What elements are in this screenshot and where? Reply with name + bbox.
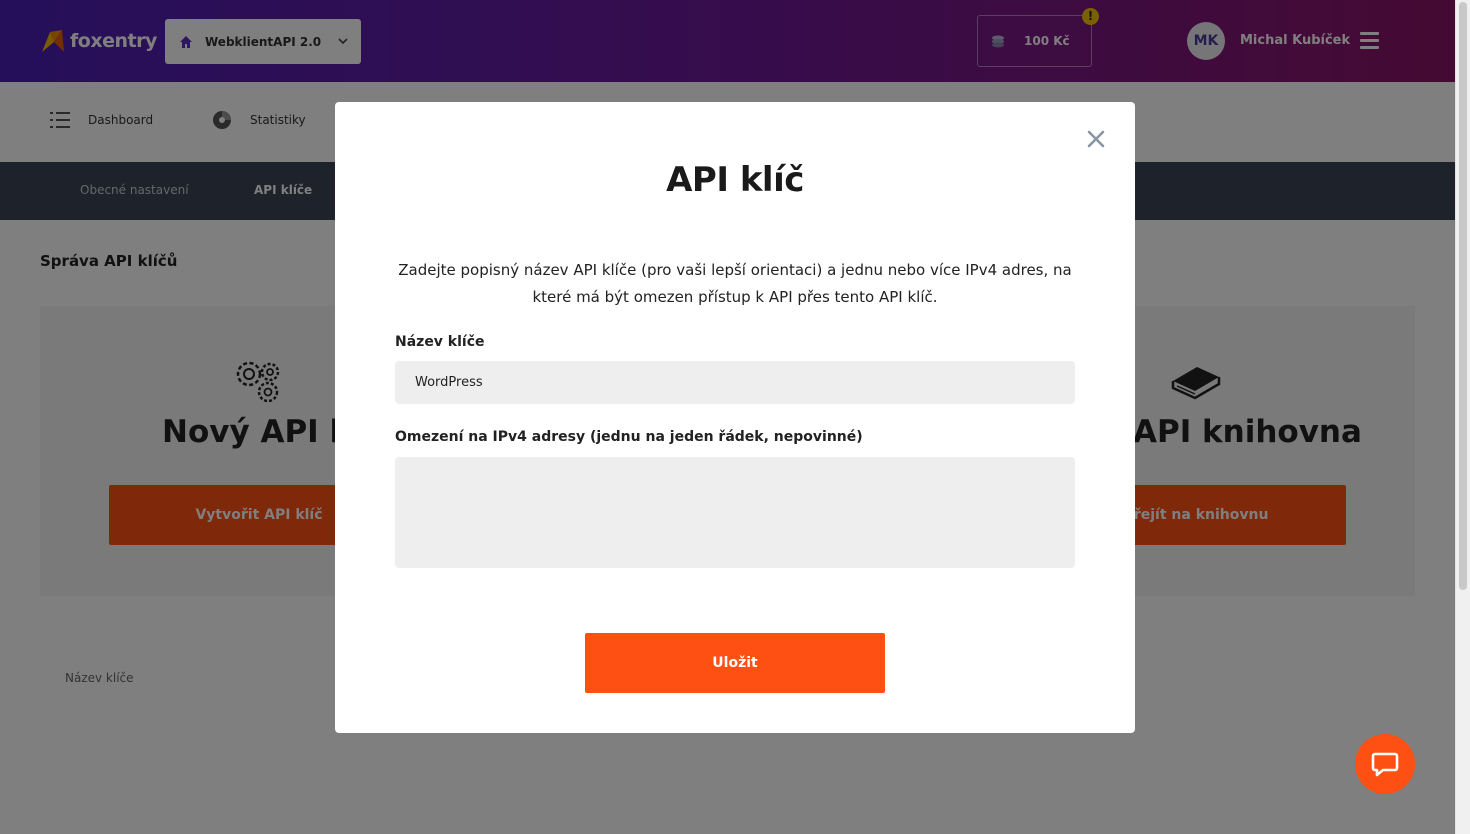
key-name-label: Název klíče [395, 334, 485, 350]
key-name-input[interactable] [395, 361, 1075, 404]
chat-bubble-icon [1371, 752, 1399, 777]
ip-restriction-textarea[interactable] [395, 457, 1075, 568]
modal-title: API klíč [666, 160, 804, 200]
close-icon[interactable] [1085, 128, 1107, 150]
ip-restriction-label: Omezení na IPv4 adresy (jednu na jeden ř… [395, 429, 863, 445]
scrollbar-thumb[interactable] [1459, 2, 1467, 590]
modal-description: Zadejte popisný název API klíče (pro vaš… [398, 261, 1072, 306]
save-button[interactable]: Uložit [585, 633, 885, 693]
chat-support-button[interactable] [1355, 734, 1415, 794]
api-key-modal: API klíč Zadejte popisný název API klíče… [335, 102, 1135, 733]
page-scrollbar[interactable] [1455, 0, 1470, 834]
